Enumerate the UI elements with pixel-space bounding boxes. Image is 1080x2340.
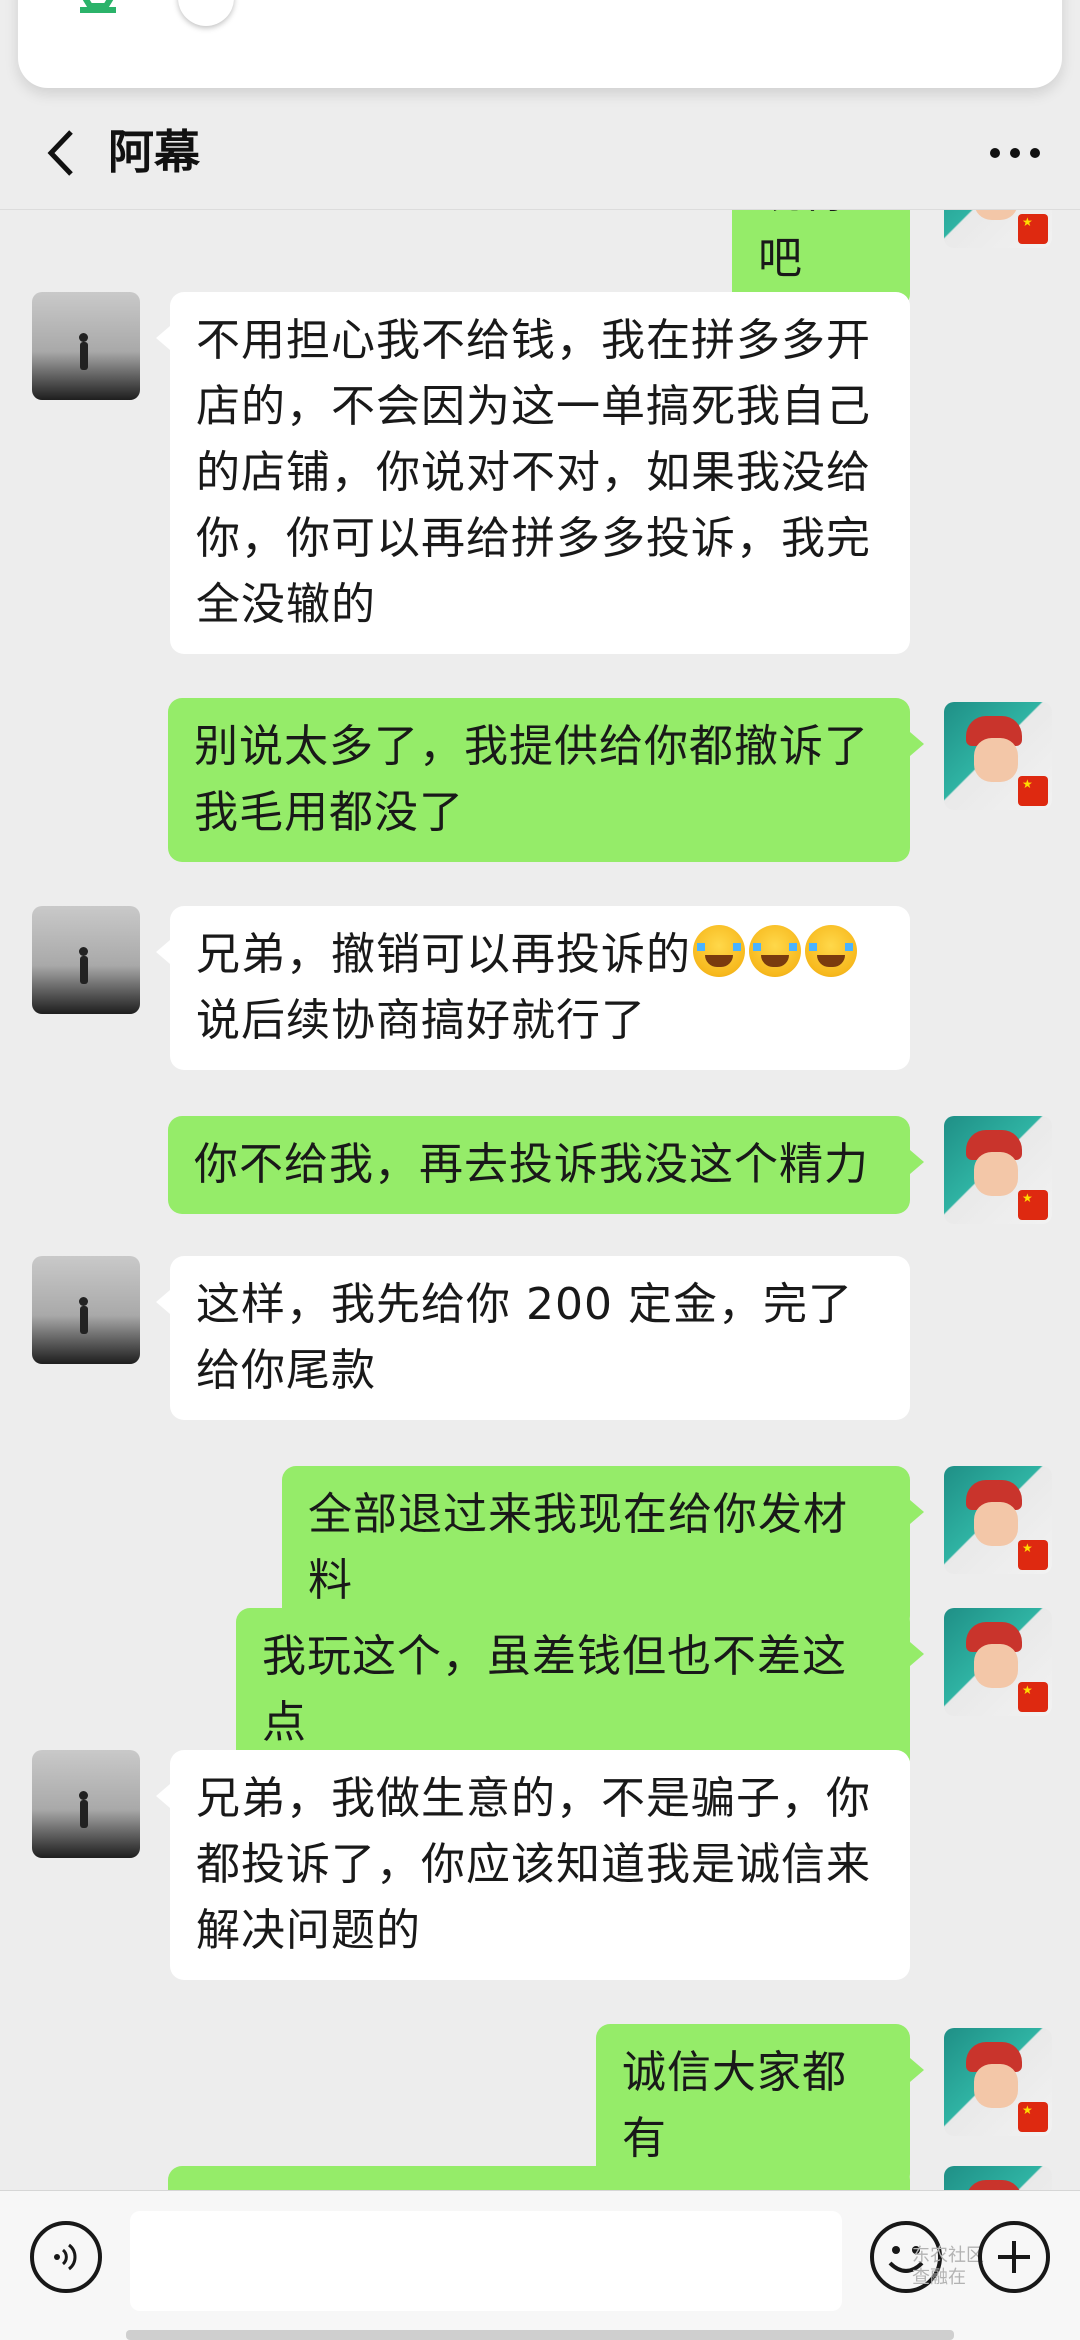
flag-icon: [1018, 214, 1048, 244]
message-list[interactable]: 晓得吧 不用担心我不给钱，我在拼多多开店的，不会因为这一单搞死我自己的店铺，你说…: [0, 210, 1080, 2190]
flag-icon: [1018, 2102, 1048, 2132]
message-text: 兄弟，我做生意的，不是骗子，你都投诉了，你应该知道我是诚信来解决问题的: [196, 1773, 871, 1956]
message-text: 这样，我先给你 200 定金，完了给你尾款: [196, 1279, 853, 1396]
more-options-button[interactable]: [980, 118, 1050, 188]
loudly-crying-face-icon: [693, 925, 745, 977]
back-button[interactable]: [30, 118, 90, 188]
message-text: 别说太多了，我提供给你都撤诉了我毛用都没了: [194, 721, 869, 838]
chat-input-bar: 东农社区 查融在: [0, 2190, 1080, 2340]
message-bubble-self[interactable]: 诚信大家都有: [596, 2024, 924, 2188]
message-bubble-self[interactable]: [168, 2166, 910, 2190]
chevron-left-icon: [47, 130, 73, 176]
message-text: 说后续协商搞好就行了: [196, 995, 646, 1046]
loudly-crying-face-icon: [805, 925, 857, 977]
avatar-self[interactable]: [944, 1116, 1052, 1224]
message-bubble-self[interactable]: 我玩这个，虽差钱但也不差这点: [236, 1608, 924, 1772]
message-text: 兄弟，撤销可以再投诉的: [196, 929, 691, 980]
avatar-self[interactable]: [944, 702, 1052, 810]
message-text: 诚信大家都有: [622, 2047, 847, 2164]
avatar-contact[interactable]: [32, 906, 140, 1014]
avatar-self[interactable]: [944, 210, 1052, 248]
message-bubble-contact[interactable]: 不用担心我不给钱，我在拼多多开店的，不会因为这一单搞死我自己的店铺，你说对不对，…: [156, 292, 910, 654]
chat-header: 阿幕: [0, 96, 1080, 210]
message-input[interactable]: [130, 2211, 842, 2311]
avatar-contact[interactable]: [32, 1256, 140, 1364]
more-horizontal-icon: [990, 148, 1040, 158]
voice-icon: [54, 2243, 77, 2271]
floating-notification-card[interactable]: [18, 0, 1062, 88]
avatar-self[interactable]: [944, 2028, 1052, 2136]
flag-icon: [1018, 1540, 1048, 1570]
avatar-contact[interactable]: [32, 292, 140, 400]
message-text: 你不给我，再去投诉我没这个精力: [194, 1139, 869, 1190]
flag-icon: [1018, 776, 1048, 806]
message-bubble-self[interactable]: 你不给我，再去投诉我没这个精力: [168, 1116, 924, 1214]
voice-input-button[interactable]: [30, 2221, 102, 2293]
message-bubble-self[interactable]: 全部退过来我现在给你发材料: [282, 1466, 924, 1630]
message-bubble-contact[interactable]: 兄弟，我做生意的，不是骗子，你都投诉了，你应该知道我是诚信来解决问题的: [156, 1750, 910, 1980]
home-indicator: [126, 2330, 954, 2340]
watermark: 东农社区 查融在: [912, 2245, 984, 2288]
app-icon: [80, 0, 116, 13]
message-text: 全部退过来我现在给你发材料: [308, 1489, 848, 1606]
avatar-self[interactable]: [944, 1608, 1052, 1716]
message-text: 晓得吧: [758, 210, 847, 284]
more-functions-button[interactable]: [978, 2221, 1050, 2293]
toggle-knob[interactable]: [178, 0, 234, 26]
flag-icon: [1018, 1682, 1048, 1712]
flag-icon: [1018, 1190, 1048, 1220]
chat-title: 阿幕: [108, 125, 200, 179]
plus-icon: [998, 2241, 1030, 2273]
message-bubble-contact[interactable]: 兄弟，撤销可以再投诉的说后续协商搞好就行了: [156, 906, 910, 1070]
avatar-self[interactable]: [944, 2166, 1052, 2190]
message-text: 我玩这个，虽差钱但也不差这点: [262, 1631, 847, 1748]
message-bubble-contact[interactable]: 这样，我先给你 200 定金，完了给你尾款: [156, 1256, 910, 1420]
message-bubble-self[interactable]: 别说太多了，我提供给你都撤诉了我毛用都没了: [168, 698, 924, 862]
message-text: 不用担心我不给钱，我在拼多多开店的，不会因为这一单搞死我自己的店铺，你说对不对，…: [196, 315, 871, 630]
avatar-self[interactable]: [944, 1466, 1052, 1574]
avatar-contact[interactable]: [32, 1750, 140, 1858]
loudly-crying-face-icon: [749, 925, 801, 977]
